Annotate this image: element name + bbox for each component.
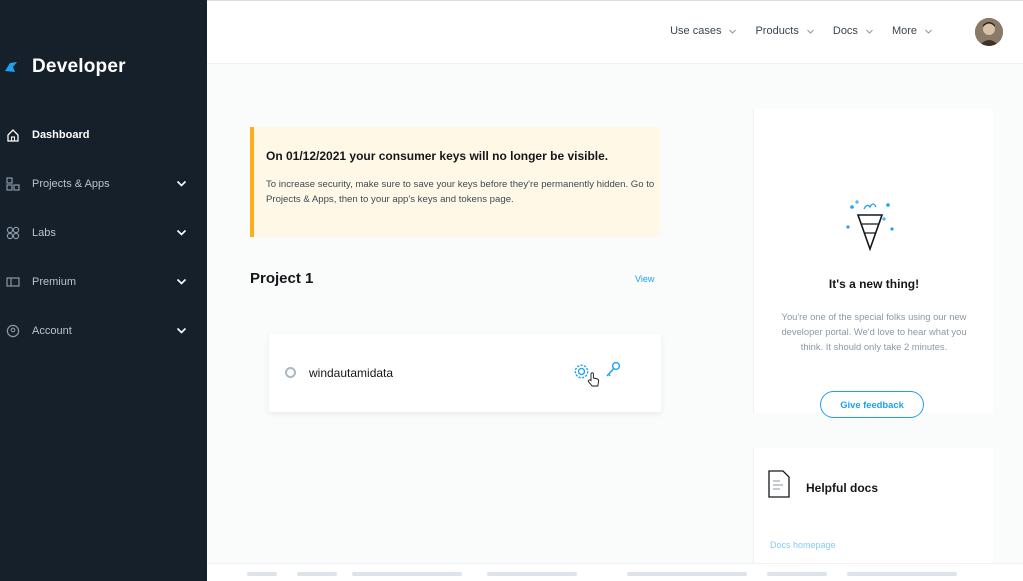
chevron-down-icon[interactable]	[176, 227, 187, 238]
chevron-down-icon[interactable]	[176, 276, 187, 287]
new-thing-panel: It's a new thing! You're one of the spec…	[753, 109, 993, 418]
sidebar-item-dashboard[interactable]: Dashboard	[0, 110, 207, 159]
topnav-label: More	[891, 25, 917, 37]
helpful-docs-panel: Helpful docs Docs homepage	[753, 448, 993, 581]
sidebar-item-label: Dashboard	[32, 128, 90, 141]
topnav-use-cases[interactable]: Use cases	[670, 25, 737, 37]
home-icon	[7, 128, 19, 142]
footer-link-placeholder	[297, 572, 337, 576]
promo-body: You're one of the special folks using ou…	[781, 311, 967, 352]
labs-icon	[6, 226, 20, 239]
document-icon	[768, 470, 790, 498]
premium-icon	[6, 276, 20, 287]
sidebar-item-label: Premium	[32, 275, 77, 288]
promo-title: It's a new thing!	[828, 277, 920, 291]
sidebar-item-label: Projects & Apps	[32, 177, 110, 190]
topnav-docs[interactable]: Docs	[833, 25, 874, 37]
footer-link-placeholder	[352, 572, 462, 576]
topnav-more[interactable]: More	[892, 25, 933, 37]
sidebar-item-projects-apps[interactable]: Projects & Apps	[0, 159, 207, 208]
docs-homepage-link[interactable]: Docs homepage	[770, 540, 836, 550]
top-bar: Use cases Products Docs More	[207, 0, 1023, 64]
app-card[interactable]: windautamidata	[269, 334, 661, 412]
key-icon[interactable]	[605, 361, 621, 379]
alert-title: On 01/12/2021 your consumer keys will no…	[266, 149, 609, 163]
alert-body: To increase security, make sure to save …	[266, 179, 655, 205]
sidebar-nav: Dashboard Projects & Apps Labs Premium A…	[0, 110, 207, 355]
topnav-label: Products	[755, 25, 799, 37]
chevron-down-icon	[807, 29, 814, 34]
footer-link-placeholder	[487, 572, 577, 576]
app-status-icon	[285, 367, 296, 378]
footer-link-placeholder	[627, 572, 747, 576]
footer	[207, 563, 1023, 581]
sidebar-item-account[interactable]: Account	[0, 306, 207, 355]
main-content: On 01/12/2021 your consumer keys will no…	[207, 64, 1023, 581]
sidebar-item-label: Labs	[32, 226, 56, 239]
topnav-label: Docs	[832, 25, 858, 37]
give-feedback-button[interactable]: Give feedback	[820, 391, 924, 418]
party-popper-icon	[846, 200, 894, 252]
topnav-label: Use cases	[670, 25, 722, 37]
brand-title: Developer	[32, 56, 126, 77]
app-shell: Developer Dashboard Projects & Apps Labs…	[0, 0, 1023, 581]
chevron-down-icon[interactable]	[176, 325, 187, 336]
helpful-docs-title: Helpful docs	[806, 481, 879, 495]
projects-icon	[6, 176, 20, 191]
app-name[interactable]: windautamidata	[309, 366, 393, 380]
project-title: Project 1	[250, 270, 314, 287]
bird-logo-icon	[5, 62, 17, 72]
consumer-keys-alert: On 01/12/2021 your consumer keys will no…	[250, 127, 660, 237]
chevron-down-icon	[925, 29, 932, 34]
sidebar-item-premium[interactable]: Premium	[0, 257, 207, 306]
footer-link-placeholder	[767, 572, 827, 576]
chevron-down-icon[interactable]	[176, 178, 187, 189]
footer-link-placeholder	[847, 572, 957, 576]
avatar-image	[975, 18, 1003, 46]
top-nav: Use cases Products Docs More	[670, 25, 933, 37]
footer-link-placeholder	[247, 572, 277, 576]
sidebar-item-label: Account	[32, 324, 72, 337]
brand[interactable]: Developer	[0, 52, 126, 82]
sidebar-item-labs[interactable]: Labs	[0, 208, 207, 257]
view-project-link[interactable]: View	[635, 274, 654, 284]
chevron-down-icon	[729, 29, 737, 34]
topnav-products[interactable]: Products	[755, 25, 814, 37]
account-icon	[6, 324, 20, 337]
chevron-down-icon	[866, 29, 873, 34]
hand-cursor-icon	[587, 372, 600, 387]
avatar[interactable]	[975, 18, 1003, 46]
sidebar: Developer Dashboard Projects & Apps Labs…	[0, 0, 207, 581]
